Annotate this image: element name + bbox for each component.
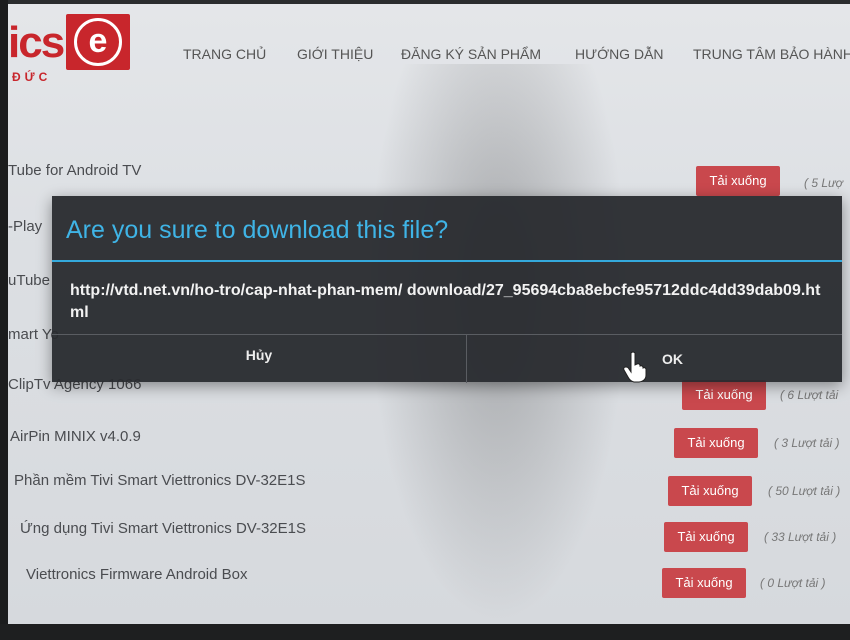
list-item-label: Ứng dụng Tivi Smart Viettronics DV-32E1S (20, 520, 307, 537)
download-confirm-dialog: Are you sure to download this file? http… (52, 196, 842, 383)
download-button[interactable]: Tải xuống (668, 476, 752, 506)
list-item-label: Phần mềm Tivi Smart Viettronics DV-32E1S (14, 472, 306, 489)
download-button[interactable]: Tải xuống (664, 522, 748, 552)
dialog-title: Are you sure to download this file? (66, 216, 449, 244)
cancel-button[interactable]: Hủy (52, 335, 466, 383)
download-count: ( 5 Lượ (804, 176, 843, 190)
tv-bezel-bottom (0, 624, 850, 640)
nav-home[interactable]: TRANG CHỦ (183, 46, 266, 62)
logo-text: ics (8, 18, 65, 67)
nav-register-product[interactable]: ĐĂNG KÝ SẢN PHẨM (401, 46, 541, 62)
ok-button-label: OK (662, 351, 683, 367)
list-item-label: Viettronics Firmware Android Box (26, 566, 248, 583)
download-count: ( 3 Lượt tải ) (774, 436, 840, 450)
download-count: ( 33 Lượt tải ) (764, 530, 837, 544)
download-button[interactable]: Tải xuống (674, 428, 758, 458)
tv-bezel-left (0, 0, 8, 640)
logo-e-icon: e (74, 18, 122, 66)
logo[interactable]: e (66, 14, 130, 70)
list-item-label: -Play (8, 218, 43, 235)
dialog-url: http://vtd.net.vn/ho-tro/cap-nhat-phan-m… (70, 282, 821, 321)
download-count: ( 50 Lượt tải ) (768, 484, 841, 498)
dialog-button-bar: Hủy OK (52, 334, 842, 383)
download-count: ( 6 Lượt tải (780, 388, 839, 402)
download-count: ( 0 Lượt tải ) (760, 576, 826, 590)
dialog-divider (52, 260, 842, 262)
download-button[interactable]: Tải xuống (696, 166, 780, 196)
list-item-label: uTube (8, 272, 50, 289)
hand-cursor-icon (623, 351, 647, 383)
ok-button[interactable]: OK (467, 335, 842, 383)
download-button[interactable]: Tải xuống (682, 380, 766, 410)
download-button[interactable]: Tải xuống (662, 568, 746, 598)
nav-guide[interactable]: HƯỚNG DẪN (575, 46, 664, 62)
nav-warranty-center[interactable]: TRUNG TÂM BẢO HÀNH (693, 46, 850, 62)
list-item-label: AirPin MINIX v4.0.9 (10, 428, 141, 445)
list-item-label: Tube for Android TV (8, 162, 142, 179)
nav-about[interactable]: GIỚI THIỆU (297, 46, 373, 62)
logo-subtitle: ĐỨC (12, 70, 52, 84)
